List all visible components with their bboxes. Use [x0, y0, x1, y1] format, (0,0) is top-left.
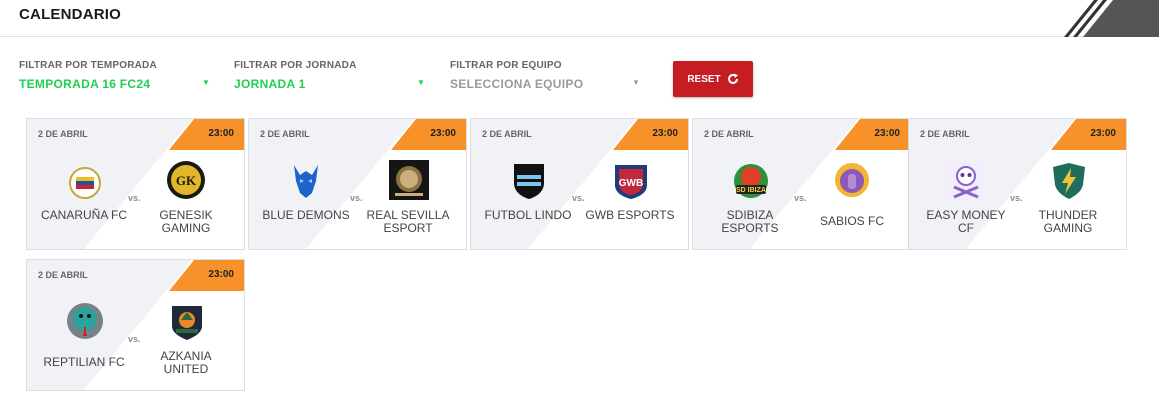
reset-label: RESET — [687, 73, 721, 85]
match-card[interactable]: 2 DE ABRIL 23:00 GWB vs. FUTBOL LINDO GW… — [470, 118, 689, 250]
away-team-name: THUNDER GAMING — [1038, 208, 1098, 235]
filter-season[interactable]: FILTRAR POR TEMPORADA TEMPORADA 16 FC24 … — [19, 60, 219, 91]
blue-demons-crest-icon — [294, 165, 318, 198]
match-date: 2 DE ABRIL — [920, 129, 970, 139]
away-team-name: SABIOS FC — [819, 214, 884, 228]
vs-label: vs. — [572, 193, 585, 203]
svg-text:GWB: GWB — [619, 178, 643, 189]
match-date: 2 DE ABRIL — [38, 270, 88, 280]
home-team-name: SDIBIZA ESPORTS — [721, 208, 779, 235]
vs-label: vs. — [128, 193, 141, 203]
refresh-icon — [727, 73, 738, 84]
filter-round[interactable]: FILTRAR POR JORNADA JORNADA 1 ▼ — [234, 60, 434, 91]
match-date: 2 DE ABRIL — [38, 129, 88, 139]
match-time: 23:00 — [1090, 128, 1116, 139]
match-time: 23:00 — [208, 128, 234, 139]
genesik-crest-icon: GK — [167, 161, 205, 199]
filter-team-value[interactable]: SELECCIONA EQUIPO — [450, 77, 650, 91]
chevron-down-icon[interactable]: ▼ — [417, 78, 425, 87]
filter-season-label: FILTRAR POR TEMPORADA — [19, 60, 157, 71]
vs-label: vs. — [1010, 193, 1023, 203]
reptilian-crest-icon — [67, 303, 103, 339]
filter-team[interactable]: FILTRAR POR EQUIPO SELECCIONA EQUIPO ▼ — [450, 60, 650, 91]
match-card[interactable]: 2 DE ABRIL 23:00 vs. REPTILIAN FC AZKANI… — [26, 259, 245, 391]
match-date: 2 DE ABRIL — [704, 129, 754, 139]
match-card[interactable]: 2 DE ABRIL 23:00 GK vs. CANARUÑA FC GENE… — [26, 118, 245, 250]
futbol-lindo-crest-icon — [514, 164, 544, 199]
svg-text:GK: GK — [176, 173, 197, 188]
home-team-name: CANARUÑA FC — [40, 208, 127, 222]
header-stripes-decoration — [1064, 0, 1159, 37]
real-sevilla-crest-icon — [389, 160, 429, 200]
chevron-down-icon[interactable]: ▼ — [632, 78, 640, 87]
match-card[interactable]: 2 DE ABRIL 23:00 vs. EASY MONEY CF THUND… — [908, 118, 1127, 250]
filter-season-value[interactable]: TEMPORADA 16 FC24 — [19, 77, 219, 91]
home-team-name: FUTBOL LINDO — [484, 208, 572, 222]
filter-team-label: FILTRAR POR EQUIPO — [450, 60, 562, 71]
match-time: 23:00 — [208, 269, 234, 280]
filter-round-value[interactable]: JORNADA 1 — [234, 77, 434, 91]
home-team-name: EASY MONEY CF — [926, 208, 1006, 235]
sabios-crest-icon — [835, 163, 869, 197]
match-time: 23:00 — [874, 128, 900, 139]
away-team-name: REAL SEVILLA ESPORT — [366, 208, 450, 235]
vs-label: vs. — [350, 193, 363, 203]
match-date: 2 DE ABRIL — [482, 129, 532, 139]
away-team-name: GENESIK GAMING — [159, 208, 213, 235]
svg-text:SD IBIZA: SD IBIZA — [736, 187, 766, 194]
easy-money-crest-icon — [946, 161, 986, 201]
home-team-name: REPTILIAN FC — [43, 355, 125, 369]
thunder-crest-icon — [1053, 163, 1085, 199]
page-header: CALENDARIO — [0, 0, 1159, 37]
match-card[interactable]: 2 DE ABRIL 23:00 vs. BLUE DEMONS REAL SE… — [248, 118, 467, 250]
page-title: CALENDARIO — [19, 6, 121, 23]
gwb-crest-icon: GWB — [615, 165, 647, 199]
away-team-name: GWB ESPORTS — [585, 208, 675, 222]
azkania-crest-icon — [172, 306, 202, 340]
filter-round-label: FILTRAR POR JORNADA — [234, 60, 357, 71]
home-team-name: BLUE DEMONS — [262, 208, 350, 222]
chevron-down-icon[interactable]: ▼ — [202, 78, 210, 87]
reset-button[interactable]: RESET — [673, 61, 753, 97]
vs-label: vs. — [128, 334, 141, 344]
match-date: 2 DE ABRIL — [260, 129, 310, 139]
away-team-name: AZKANIA UNITED — [160, 349, 212, 376]
sdibiza-crest-icon: SD IBIZA — [734, 164, 768, 198]
canaruna-crest-icon — [69, 167, 101, 199]
match-time: 23:00 — [652, 128, 678, 139]
match-card[interactable]: 2 DE ABRIL 23:00 SD IBIZA vs. SDIBIZA ES… — [692, 118, 911, 250]
match-time: 23:00 — [430, 128, 456, 139]
vs-label: vs. — [794, 193, 807, 203]
